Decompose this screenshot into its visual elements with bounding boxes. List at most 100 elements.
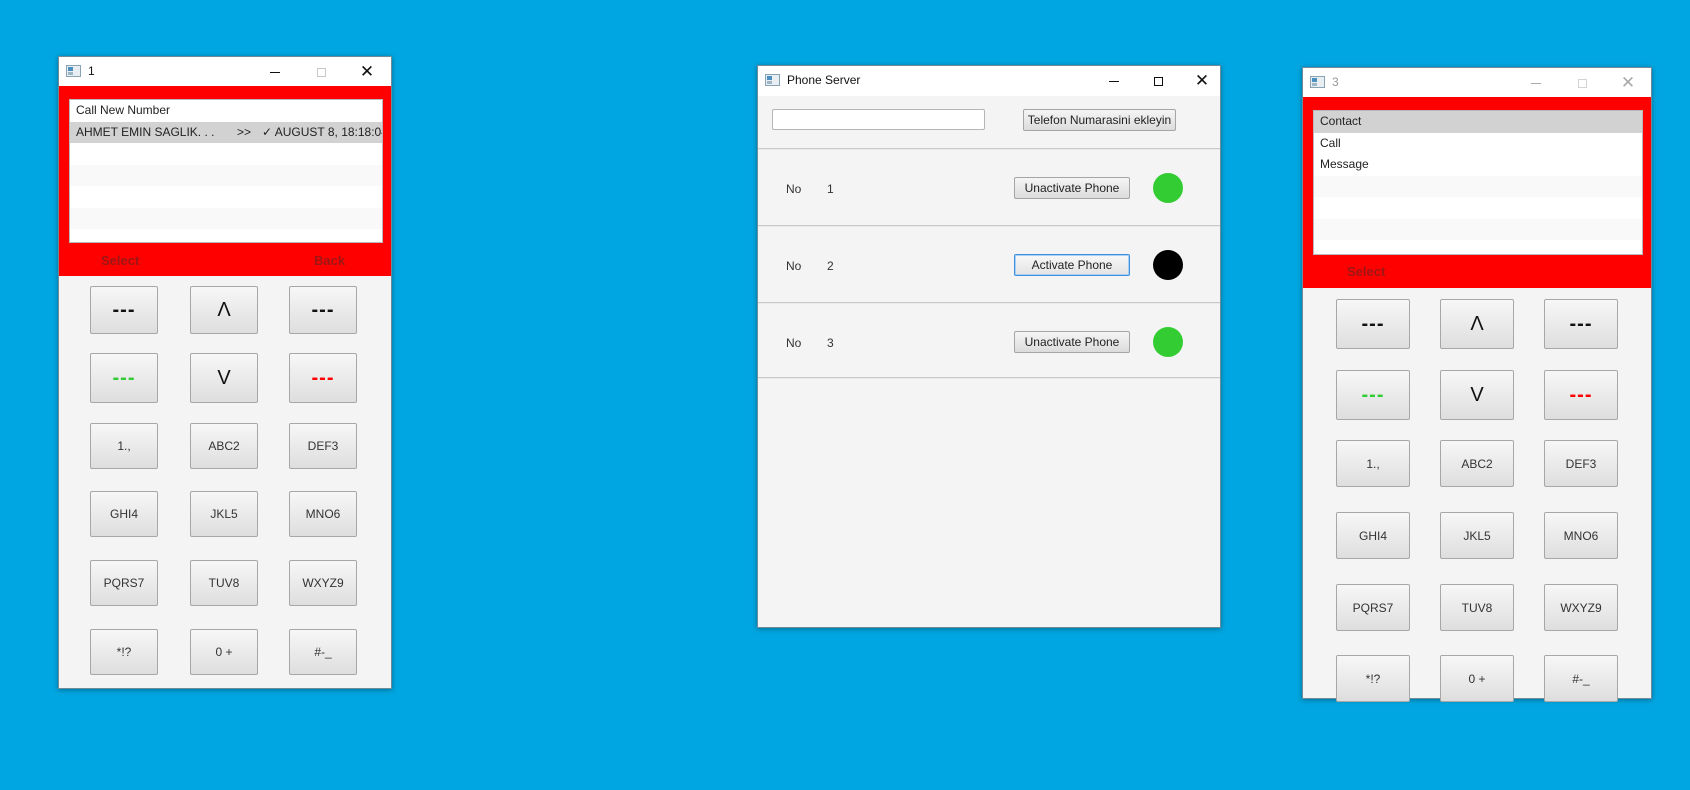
window-title: 1 (88, 64, 95, 78)
list-item (1314, 197, 1642, 219)
end-call-key[interactable]: --- (1544, 370, 1618, 420)
list-item (70, 143, 382, 165)
softkey-select[interactable]: Select (101, 253, 139, 268)
status-indicator (1153, 250, 1183, 280)
title-bar[interactable]: Phone Server ✕ (758, 66, 1220, 96)
key-7[interactable]: PQRS7 (1336, 584, 1410, 631)
app-icon (1310, 76, 1325, 88)
list-item (1314, 218, 1642, 240)
divider (758, 148, 1220, 150)
maximize-icon[interactable] (1135, 66, 1181, 96)
phone-row-label: No (786, 259, 802, 273)
maximize-icon[interactable] (298, 57, 344, 87)
key-5[interactable]: JKL5 (190, 491, 258, 537)
soft-right-key[interactable]: --- (289, 286, 357, 334)
add-phone-button[interactable]: Telefon Numarasini ekleyin (1023, 109, 1176, 131)
up-key[interactable]: Λ (1440, 299, 1514, 349)
menu-item-message[interactable]: Message (1314, 154, 1642, 176)
maximize-icon[interactable] (1559, 68, 1605, 98)
key-1[interactable]: 1., (90, 423, 158, 469)
divider (758, 225, 1220, 227)
soft-left-key[interactable]: --- (90, 286, 158, 334)
key-6[interactable]: MNO6 (289, 491, 357, 537)
app-icon (765, 74, 780, 86)
key-hash[interactable]: #-_ (289, 629, 357, 675)
arrow-label: >> (237, 124, 252, 139)
phone-row-label: No (786, 336, 802, 350)
softkey-back[interactable]: Back (314, 253, 345, 268)
minimize-icon[interactable] (1513, 68, 1559, 98)
list-item (1314, 175, 1642, 197)
phone-list: Call New Number AHMET EMIN SAGLIK. . . >… (69, 99, 383, 243)
menu-item-call[interactable]: Call (1314, 133, 1642, 155)
key-3[interactable]: DEF3 (289, 423, 357, 469)
soft-right-key[interactable]: --- (1544, 299, 1618, 349)
phone-row-number: 3 (827, 336, 834, 350)
close-icon[interactable]: ✕ (1179, 66, 1225, 96)
status-indicator (1153, 173, 1183, 203)
key-8[interactable]: TUV8 (1440, 584, 1514, 631)
title-bar[interactable]: 1 ✕ (59, 57, 391, 87)
close-icon[interactable]: ✕ (1605, 68, 1651, 98)
menu-item-label: Message (1320, 157, 1369, 171)
minimize-icon[interactable] (1091, 66, 1137, 96)
softkey-select[interactable]: Select (1347, 264, 1385, 279)
key-9[interactable]: WXYZ9 (289, 560, 357, 606)
key-0[interactable]: 0 + (1440, 655, 1514, 702)
phone-menu-list: Contact Call Message (1313, 110, 1643, 255)
title-bar[interactable]: 3 ✕ (1303, 68, 1651, 98)
unactivate-phone-button[interactable]: Unactivate Phone (1014, 331, 1130, 353)
key-5[interactable]: JKL5 (1440, 512, 1514, 559)
minimize-icon[interactable] (252, 57, 298, 87)
phone-number-input[interactable] (772, 109, 985, 130)
list-item[interactable]: AHMET EMIN SAGLIK. . . >> ✓ AUGUST 8, 18… (70, 121, 383, 143)
key-6[interactable]: MNO6 (1544, 512, 1618, 559)
menu-item-label: Contact (1320, 114, 1362, 128)
phone-row-number: 1 (827, 182, 834, 196)
contact-name: AHMET EMIN SAGLIK. . . (76, 124, 215, 139)
key-hash[interactable]: #-_ (1544, 655, 1618, 702)
list-item (70, 186, 382, 208)
activate-phone-button[interactable]: Activate Phone (1014, 254, 1130, 276)
phone-screen: Call New Number AHMET EMIN SAGLIK. . . >… (59, 86, 391, 276)
list-item (70, 164, 382, 186)
end-call-key[interactable]: --- (289, 353, 357, 403)
soft-left-key[interactable]: --- (1336, 299, 1410, 349)
key-3[interactable]: DEF3 (1544, 440, 1618, 487)
unactivate-phone-button[interactable]: Unactivate Phone (1014, 177, 1130, 199)
key-4[interactable]: GHI4 (1336, 512, 1410, 559)
call-status: ✓ AUGUST 8, 18:18:04 (262, 124, 383, 139)
call-key[interactable]: --- (90, 353, 158, 403)
window-title: Phone Server (787, 73, 861, 87)
list-item[interactable]: Call New Number (70, 100, 382, 122)
menu-item-contact[interactable]: Contact (1314, 111, 1642, 133)
up-key[interactable]: Λ (190, 286, 258, 334)
divider (758, 302, 1220, 304)
down-key[interactable]: V (190, 353, 258, 403)
phone-row-number: 2 (827, 259, 834, 273)
key-0[interactable]: 0 + (190, 629, 258, 675)
phone-window-3: 3 ✕ Contact Call Message Select --- Λ --… (1302, 67, 1652, 702)
key-2[interactable]: ABC2 (1440, 440, 1514, 487)
status-indicator (1153, 327, 1183, 357)
list-item-label: Call New Number (76, 103, 171, 117)
phone-window-1: 1 ✕ Call New Number AHMET EMIN SAGLIK. .… (58, 56, 392, 689)
phone-row-label: No (786, 182, 802, 196)
key-8[interactable]: TUV8 (190, 560, 258, 606)
key-9[interactable]: WXYZ9 (1544, 584, 1618, 631)
key-star[interactable]: *!? (1336, 655, 1410, 702)
menu-item-label: Call (1320, 135, 1341, 150)
key-1[interactable]: 1., (1336, 440, 1410, 487)
key-7[interactable]: PQRS7 (90, 560, 158, 606)
divider (758, 377, 1220, 379)
phone-server-window: Phone Server ✕ Telefon Numarasini ekleyi… (757, 65, 1221, 628)
key-4[interactable]: GHI4 (90, 491, 158, 537)
key-2[interactable]: ABC2 (190, 423, 258, 469)
list-item (70, 207, 382, 229)
key-star[interactable]: *!? (90, 629, 158, 675)
phone-screen: Contact Call Message Select (1303, 97, 1651, 288)
call-key[interactable]: --- (1336, 370, 1410, 420)
close-icon[interactable]: ✕ (344, 57, 390, 87)
app-icon (66, 65, 81, 77)
down-key[interactable]: V (1440, 370, 1514, 420)
